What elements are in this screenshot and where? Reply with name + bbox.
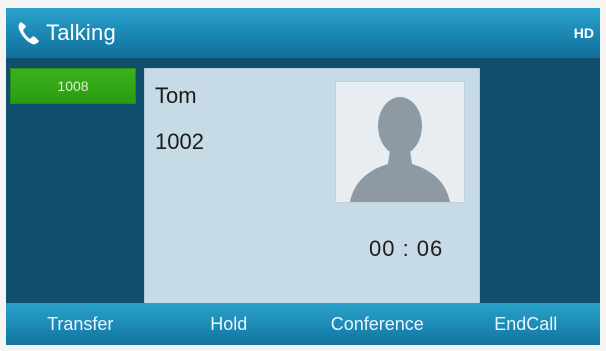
softkey-bar: Transfer Hold Conference EndCall <box>6 303 600 345</box>
contact-name: Tom <box>155 83 197 108</box>
end-call-button[interactable]: EndCall <box>452 303 601 345</box>
line-key-label: 1008 <box>57 78 89 94</box>
call-status-title: Talking <box>46 20 116 45</box>
transfer-button[interactable]: Transfer <box>6 303 155 345</box>
call-duration: 00 : 06 <box>369 236 444 261</box>
phone-screen: Talking HD 1008 Tom 1002 00 : 06 Transfe… <box>6 8 600 345</box>
contact-number: 1002 <box>155 129 204 154</box>
active-call-card: Tom 1002 00 : 06 <box>144 68 480 304</box>
call-area: 1008 Tom 1002 00 : 06 <box>6 58 600 304</box>
contact-avatar <box>335 81 465 203</box>
line-key[interactable]: 1008 <box>10 68 136 104</box>
conference-button[interactable]: Conference <box>303 303 452 345</box>
phone-handset-icon <box>16 20 40 46</box>
status-bar: Talking HD <box>6 8 600 58</box>
phone-display-frame: Talking HD 1008 Tom 1002 00 : 06 Transfe… <box>0 0 606 351</box>
hd-indicator: HD <box>573 25 594 41</box>
person-silhouette-icon <box>350 97 450 202</box>
hold-button[interactable]: Hold <box>155 303 304 345</box>
